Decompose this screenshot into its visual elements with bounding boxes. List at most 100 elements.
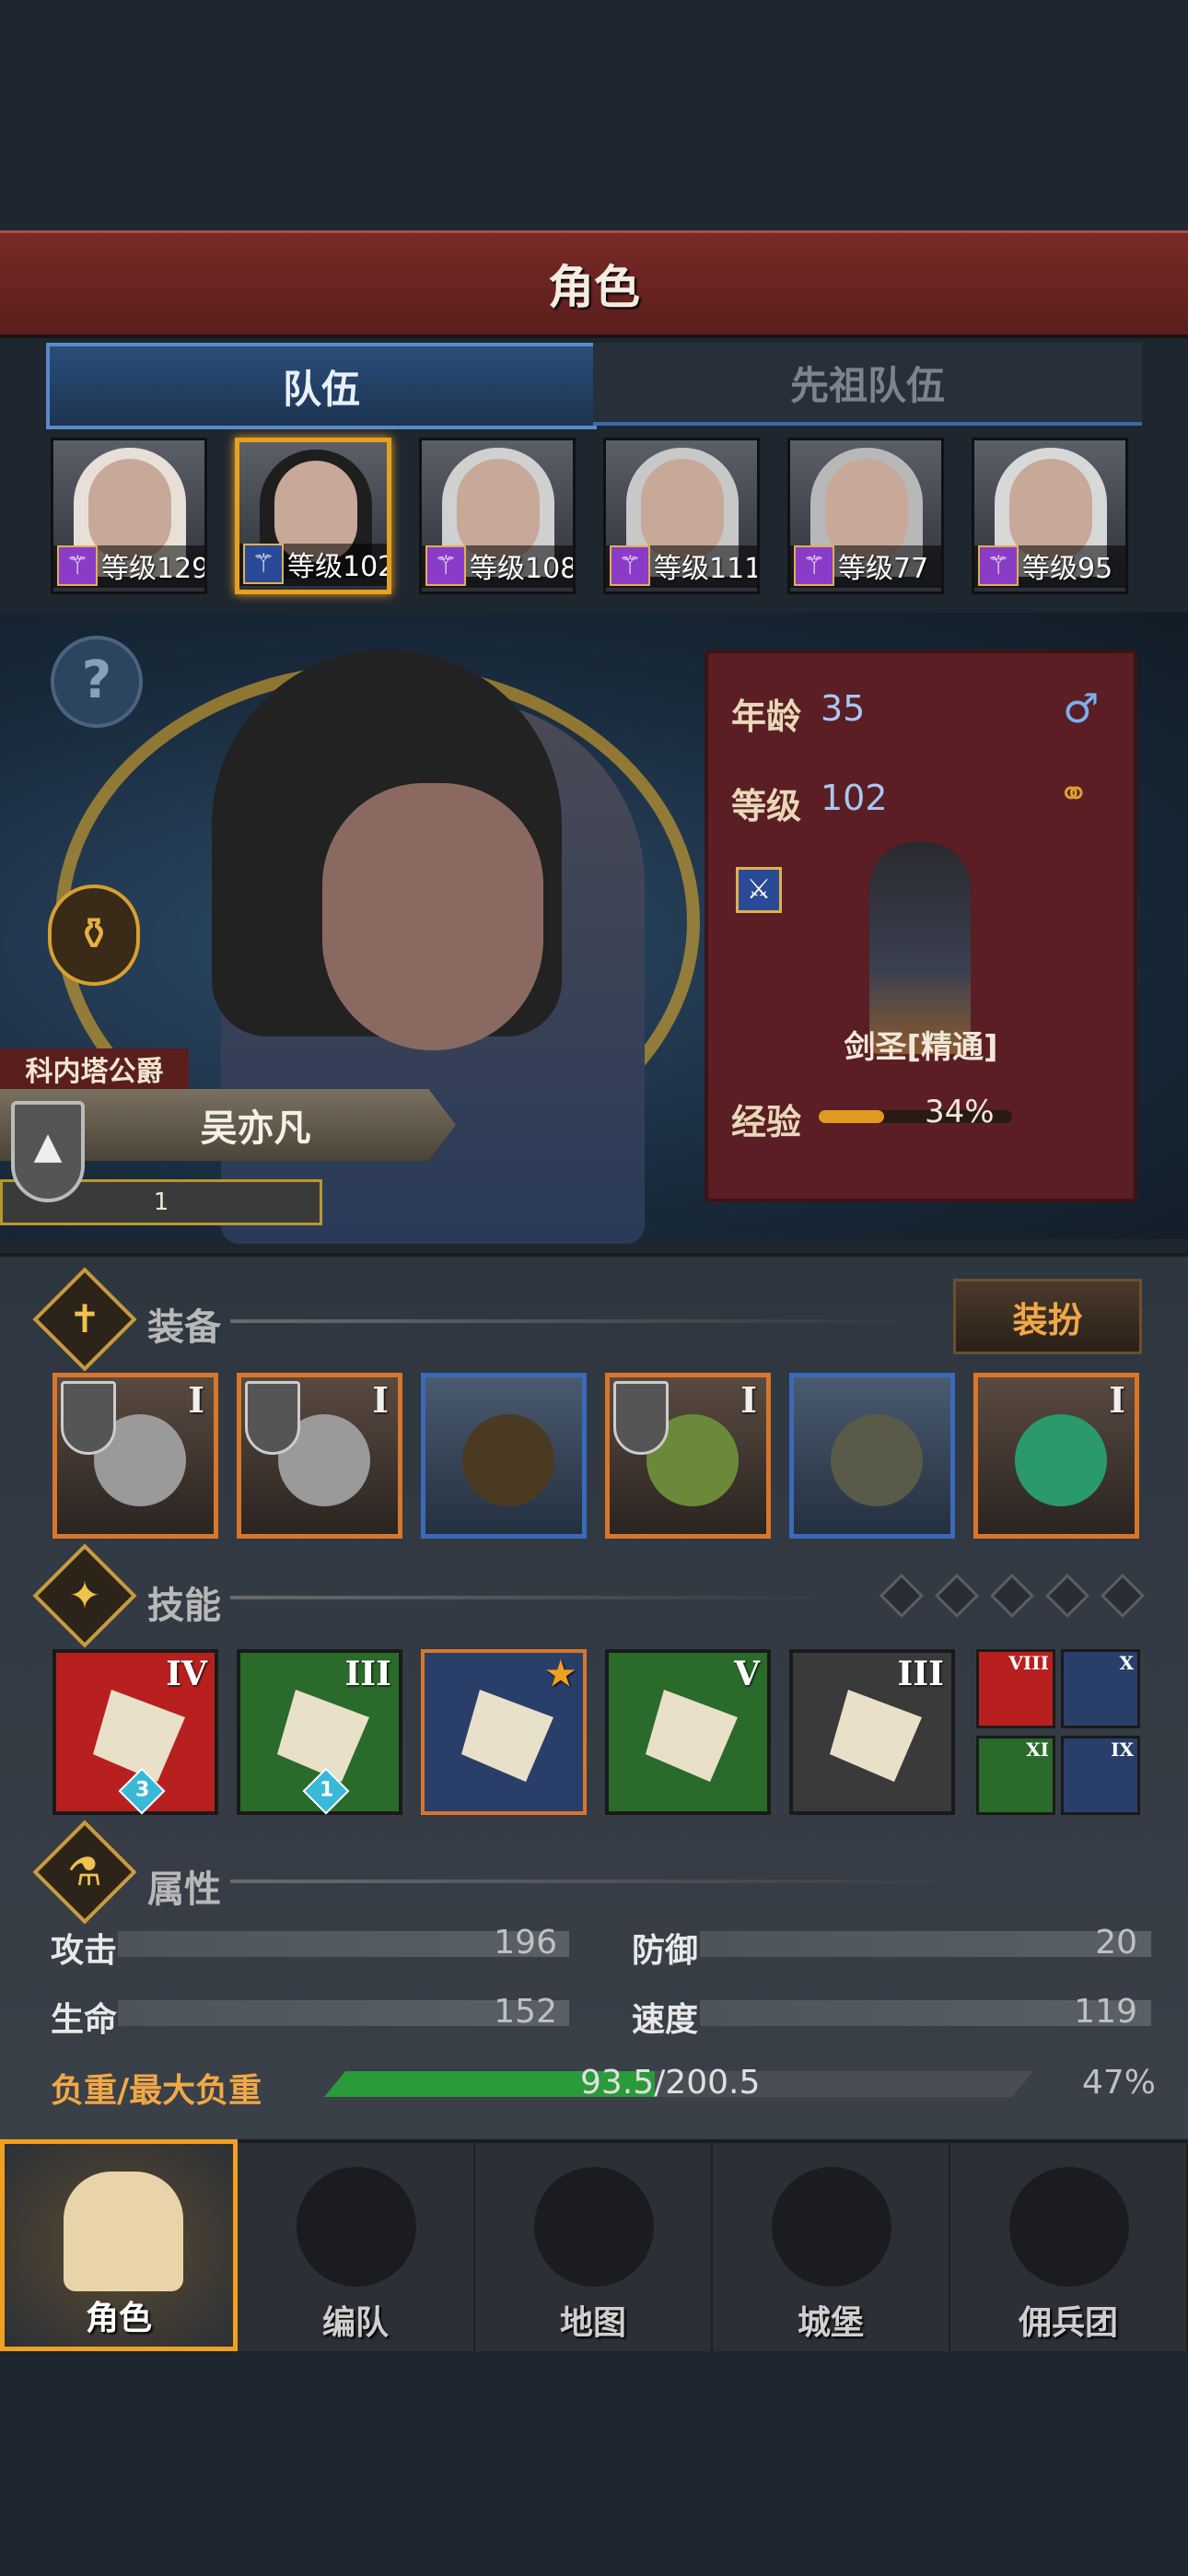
skill-tier: III xyxy=(897,1655,944,1693)
helmet-icon xyxy=(297,2167,416,2287)
class-staff-icon: ⚚ xyxy=(610,545,650,586)
skill-glyph-icon xyxy=(461,1690,553,1782)
passive-skill-1[interactable]: VIII xyxy=(976,1649,1055,1728)
party-level: 等级111 xyxy=(654,553,760,585)
potion-button[interactable]: ⚱ xyxy=(48,884,140,986)
passive-skill-2[interactable]: X xyxy=(1061,1649,1140,1728)
attack-value: 196 xyxy=(494,1924,557,1961)
level-label: 等级 xyxy=(731,786,802,826)
nav-label: 佣兵团 xyxy=(1018,2304,1118,2342)
faction-shield-icon xyxy=(613,1381,669,1455)
skill-glyph-icon xyxy=(93,1690,185,1782)
party-member-4[interactable]: ⚚ 等级111 xyxy=(603,438,760,594)
equipment-slot-axe[interactable]: I xyxy=(237,1373,402,1539)
bottom-background xyxy=(0,2351,1188,2576)
hero-name: 吴亦凡 xyxy=(200,1107,311,1150)
skill-slot-indicators xyxy=(879,1573,1146,1619)
item-tier: I xyxy=(1109,1379,1125,1421)
party-member-5[interactable]: ⚚ 等级77 xyxy=(787,438,944,594)
question-icon: ? xyxy=(81,650,112,710)
party-member-6[interactable]: ⚚ 等级95 xyxy=(972,438,1128,594)
speed-label: 速度 xyxy=(632,2001,699,2039)
rank-value: 1 xyxy=(153,1188,169,1216)
skill-slot-5[interactable]: III xyxy=(789,1649,955,1815)
class-staff-icon: ⚚ xyxy=(978,545,1019,586)
class-sword-icon: ⚔ xyxy=(736,867,782,913)
page-title: 角色 xyxy=(548,261,640,314)
hp-value: 152 xyxy=(494,1993,557,2031)
equipment-slot-armor[interactable]: I xyxy=(605,1373,771,1539)
age-value: 35 xyxy=(821,688,866,729)
party-member-1[interactable]: ⚚ 等级129 xyxy=(51,438,207,594)
xp-fill xyxy=(819,1110,885,1123)
mercenary-banner-icon xyxy=(1009,2167,1129,2287)
help-button[interactable]: ? xyxy=(51,636,143,728)
info-card: 年龄 35 ♂ 等级 102 ⚭ ⚔ 剑圣[精通] 经验 34% xyxy=(705,650,1137,1202)
ring-icon xyxy=(1015,1414,1107,1506)
gem-count: 3 xyxy=(135,1778,150,1802)
skill-slot-2[interactable]: III 1 xyxy=(237,1649,402,1815)
dress-up-button[interactable]: 装扮 xyxy=(953,1279,1142,1354)
load-value: 93.5/200.5 xyxy=(580,2064,761,2102)
wedding-ring-icon[interactable]: ⚭ xyxy=(1058,773,1089,815)
hp-label: 生命 xyxy=(51,2001,118,2039)
nav-mercenary-banner[interactable]: 佣兵团 xyxy=(950,2139,1188,2351)
tab-ancestor-team[interactable]: 先祖队伍 xyxy=(593,343,1142,426)
passive-skill-4[interactable]: IX xyxy=(1061,1736,1140,1815)
equipment-slot-ring[interactable]: I xyxy=(973,1373,1139,1539)
empty-slot-diamond-icon xyxy=(934,1573,980,1619)
party-member-2[interactable]: ⚚ 等级102 xyxy=(235,438,391,594)
tab-team[interactable]: 队伍 xyxy=(46,343,597,429)
class-staff-icon: ⚚ xyxy=(57,545,98,586)
skill-tier: IX xyxy=(1111,1739,1134,1761)
party-level: 等级102 xyxy=(287,551,391,583)
skill-slot-3[interactable]: ★ xyxy=(421,1649,587,1815)
nav-helmet[interactable]: 编队 xyxy=(238,2139,475,2351)
empty-slot-diamond-icon xyxy=(1044,1573,1090,1619)
nav-castle[interactable]: 城堡 xyxy=(713,2139,950,2351)
flask-icon: ⚗ xyxy=(67,1849,102,1894)
equipment-label: 装备 xyxy=(147,1306,221,1349)
item-tier: I xyxy=(188,1379,204,1421)
skill-tier: X xyxy=(1119,1652,1134,1674)
equipment-slot-boots[interactable] xyxy=(789,1373,955,1539)
nav-label: 地图 xyxy=(559,2304,626,2342)
class-staff-icon: ⚚ xyxy=(794,545,834,586)
skill-tier: IV xyxy=(166,1655,207,1693)
hero-portrait xyxy=(322,783,543,1050)
party-level: 等级95 xyxy=(1022,553,1113,585)
skill-tier: XI xyxy=(1026,1739,1049,1761)
skill-tier: VIII xyxy=(1008,1652,1049,1674)
skill-slot-1[interactable]: IV 3 xyxy=(52,1649,218,1815)
empty-slot-diamond-icon xyxy=(989,1573,1035,1619)
party-member-3[interactable]: ⚚ 等级108 xyxy=(419,438,576,594)
empty-slot-diamond-icon xyxy=(1100,1573,1146,1619)
castle-icon xyxy=(772,2167,891,2287)
nav-compass-map[interactable]: 地图 xyxy=(475,2139,713,2351)
nav-knight[interactable]: 角色 xyxy=(0,2139,238,2351)
faction-shield-icon xyxy=(61,1381,116,1455)
skill-tier: V xyxy=(734,1655,760,1693)
equipment-slot-axe[interactable]: I xyxy=(52,1373,218,1539)
skill-slot-4[interactable]: V xyxy=(605,1649,771,1815)
defense-label: 防御 xyxy=(632,1932,699,1970)
nav-label: 角色 xyxy=(85,2300,152,2337)
load-percent: 47% xyxy=(1081,2064,1156,2102)
boots-icon xyxy=(831,1414,923,1506)
potion-icon: ⚱ xyxy=(75,908,113,960)
skills-label: 技能 xyxy=(147,1585,221,1627)
xp-label: 经验 xyxy=(731,1102,802,1142)
title-bar: 角色 xyxy=(0,230,1188,338)
defense-value: 20 xyxy=(1095,1924,1137,1961)
empty-slot-diamond-icon xyxy=(879,1573,925,1619)
xp-percent: 34% xyxy=(925,1094,995,1130)
equipment-slot-hood[interactable] xyxy=(421,1373,587,1539)
compass-map-icon xyxy=(534,2167,654,2287)
male-symbol-icon: ♂ xyxy=(1063,685,1100,732)
load-label: 负重/最大负重 xyxy=(51,2072,262,2110)
skills-divider xyxy=(230,1596,829,1599)
passive-skill-3[interactable]: XI xyxy=(976,1736,1055,1815)
star-icon: ★ xyxy=(545,1655,576,1693)
equipment-divider xyxy=(230,1319,930,1323)
gem-count: 1 xyxy=(320,1778,334,1802)
